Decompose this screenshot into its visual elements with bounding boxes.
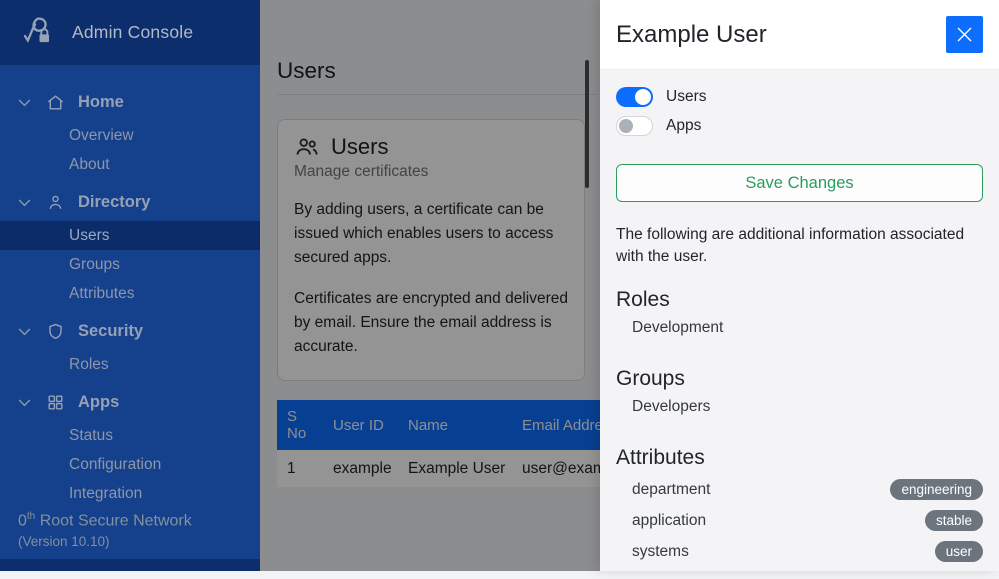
attribute-key: application bbox=[632, 512, 706, 530]
sidebar-group-directory[interactable]: Directory bbox=[0, 183, 260, 221]
version-label: (Version 10.10) bbox=[18, 534, 192, 549]
sidebar-item-users[interactable]: Users bbox=[0, 221, 260, 250]
sidebar-item-status[interactable]: Status bbox=[0, 421, 260, 450]
group-item: Developers bbox=[616, 398, 983, 416]
attribute-badge: engineering bbox=[890, 479, 983, 500]
sidebar-item-attributes[interactable]: Attributes bbox=[0, 279, 260, 308]
drawer-header: Example User bbox=[600, 0, 999, 70]
product-name: 0th Root Secure Network bbox=[18, 511, 192, 530]
chevron-down-icon bbox=[16, 323, 33, 340]
sidebar-item-roles[interactable]: Roles bbox=[0, 350, 260, 379]
toggle-knob bbox=[635, 89, 651, 105]
attribute-key: department bbox=[632, 481, 710, 499]
drawer-description: The following are additional information… bbox=[616, 224, 983, 268]
toggle-row-users: Users bbox=[616, 86, 983, 108]
grid-icon bbox=[46, 393, 65, 412]
chevron-down-icon bbox=[16, 394, 33, 411]
users-toggle[interactable] bbox=[616, 87, 653, 107]
toggle-row-apps: Apps bbox=[616, 115, 983, 137]
sidebar-nav: Home Overview About Directory Users Grou… bbox=[0, 65, 260, 508]
groups-heading: Groups bbox=[616, 367, 983, 391]
sidebar-group-label: Apps bbox=[78, 393, 119, 412]
sidebar-item-integration[interactable]: Integration bbox=[0, 479, 260, 508]
app-title: Admin Console bbox=[72, 22, 193, 43]
attribute-key: systems bbox=[632, 543, 689, 561]
save-changes-button[interactable]: Save Changes bbox=[616, 164, 983, 202]
attribute-badge: stable bbox=[925, 510, 983, 531]
apps-toggle[interactable] bbox=[616, 116, 653, 136]
logo-lock-icon bbox=[16, 12, 58, 54]
sidebar-group-label: Security bbox=[78, 322, 143, 341]
sidebar-item-configuration[interactable]: Configuration bbox=[0, 450, 260, 479]
toggle-knob bbox=[619, 119, 633, 133]
attributes-heading: Attributes bbox=[616, 446, 983, 470]
home-icon bbox=[46, 93, 65, 112]
roles-heading: Roles bbox=[616, 288, 983, 312]
attribute-badge: user bbox=[935, 541, 983, 562]
sidebar-group-home[interactable]: Home bbox=[0, 83, 260, 121]
sidebar-header: Admin Console bbox=[0, 0, 260, 65]
toggle-label: Users bbox=[666, 88, 706, 106]
sidebar-item-about[interactable]: About bbox=[0, 150, 260, 179]
sidebar-group-label: Directory bbox=[78, 193, 150, 212]
drawer-body: Users Apps Save Changes The following ar… bbox=[600, 70, 999, 579]
person-icon bbox=[46, 193, 65, 212]
shield-icon bbox=[46, 322, 65, 341]
modal-backdrop[interactable] bbox=[260, 0, 600, 571]
sidebar-group-apps[interactable]: Apps bbox=[0, 383, 260, 421]
chevron-down-icon bbox=[16, 94, 33, 111]
sidebar-bottom-strip bbox=[0, 559, 260, 571]
sidebar-footer: 0th Root Secure Network (Version 10.10) bbox=[18, 511, 192, 549]
role-item: Development bbox=[616, 319, 983, 337]
sidebar-item-overview[interactable]: Overview bbox=[0, 121, 260, 150]
attribute-row: department engineering bbox=[616, 478, 983, 501]
attribute-row: application stable bbox=[616, 509, 983, 532]
chevron-down-icon bbox=[16, 194, 33, 211]
close-icon[interactable] bbox=[946, 16, 983, 53]
sidebar-group-label: Home bbox=[78, 93, 124, 112]
sidebar: Admin Console Home Overview About Direct… bbox=[0, 0, 260, 571]
attribute-row: systems user bbox=[616, 540, 983, 563]
user-detail-drawer: Example User Users Apps Save Changes The… bbox=[600, 0, 999, 571]
sidebar-group-security[interactable]: Security bbox=[0, 312, 260, 350]
drawer-title: Example User bbox=[616, 21, 767, 49]
sidebar-item-groups[interactable]: Groups bbox=[0, 250, 260, 279]
toggle-label: Apps bbox=[666, 117, 701, 135]
